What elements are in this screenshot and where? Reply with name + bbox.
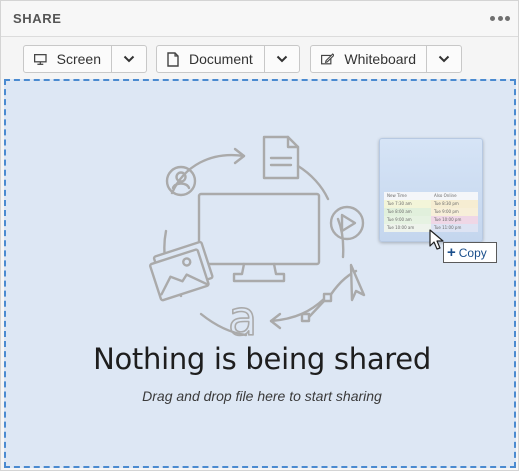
chevron-down-icon [276, 55, 288, 63]
share-drop-zone[interactable]: a New Time Also Online Tue 7:30 am Tue 8… [4, 79, 516, 468]
text-icon: a [228, 291, 257, 341]
share-document-split-button: Document [156, 45, 300, 73]
chevron-down-icon [438, 55, 450, 63]
monitor-icon [197, 192, 321, 266]
pointer-icon [349, 263, 366, 302]
share-whiteboard-button[interactable]: Whiteboard [311, 46, 427, 72]
share-whiteboard-label: Whiteboard [344, 51, 416, 67]
monitor-icon [34, 53, 47, 65]
share-screen-dropdown[interactable] [112, 46, 146, 72]
share-toolbar: Screen Document Whiteboard [1, 37, 518, 77]
play-icon [329, 205, 365, 241]
panel-title: SHARE [13, 11, 62, 26]
share-panel: SHARE Screen Document Whiteboard a New T… [0, 0, 519, 471]
more-horizontal-icon [490, 15, 495, 21]
share-screen-split-button: Screen [23, 45, 147, 73]
whiteboard-pen-icon [321, 53, 335, 65]
share-screen-label: Screen [56, 51, 101, 67]
more-options-button[interactable] [488, 9, 512, 27]
share-document-dropdown[interactable] [265, 46, 299, 72]
copy-drag-tooltip: + Copy [443, 242, 497, 263]
panel-header: SHARE [1, 1, 518, 37]
empty-state-subtitle: Drag and drop file here to start sharing [142, 388, 382, 404]
chevron-down-icon [123, 55, 135, 63]
plus-icon: + [447, 244, 456, 261]
share-whiteboard-split-button: Whiteboard [310, 45, 462, 73]
dragged-file-thumbnail: New Time Also Online Tue 7:30 am Tue 8:3… [379, 138, 483, 242]
share-screen-button[interactable]: Screen [24, 46, 112, 72]
share-whiteboard-dropdown[interactable] [427, 46, 461, 72]
thumbnail-table: New Time Also Online Tue 7:30 am Tue 8:3… [384, 192, 478, 232]
share-document-button[interactable]: Document [157, 46, 265, 72]
copy-label: Copy [458, 245, 487, 260]
photo-icon [149, 240, 214, 302]
document-icon [167, 51, 179, 67]
empty-state-title: Nothing is being shared [93, 342, 431, 376]
share-document-label: Document [189, 51, 253, 67]
